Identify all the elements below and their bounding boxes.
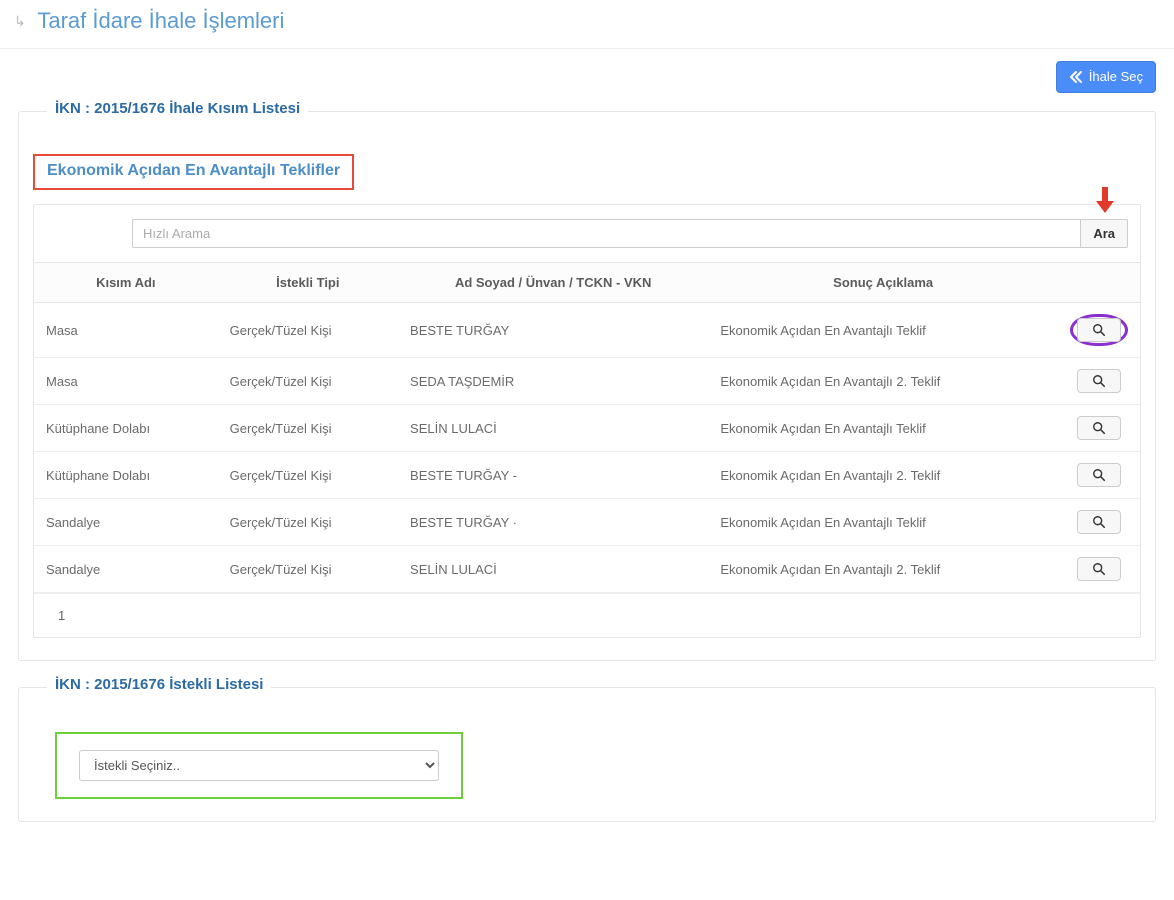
highlight-ring — [1070, 314, 1128, 346]
detail-button[interactable] — [1077, 463, 1121, 487]
cell-kisim: Masa — [34, 358, 218, 405]
detail-button[interactable] — [1077, 557, 1121, 581]
col-kisim-adi[interactable]: Kısım Adı — [34, 263, 218, 303]
search-icon — [1092, 515, 1106, 529]
cell-action — [1058, 452, 1140, 499]
istekli-select[interactable]: İstekli Seçiniz.. — [79, 750, 439, 781]
pagination: 1 — [34, 593, 1140, 637]
cell-sonuc: Ekonomik Açıdan En Avantajlı 2. Teklif — [708, 358, 1058, 405]
cell-kisim: Kütüphane Dolabı — [34, 452, 218, 499]
cell-action — [1058, 303, 1140, 358]
istekli-select-highlight: İstekli Seçiniz.. — [55, 732, 463, 799]
cell-action — [1058, 405, 1140, 452]
cell-ad: BESTE TURĞAY · — [398, 499, 708, 546]
table-row: MasaGerçek/Tüzel KişiSEDA TAŞDEMİREkonom… — [34, 358, 1140, 405]
cell-sonuc: Ekonomik Açıdan En Avantajlı Teklif — [708, 405, 1058, 452]
table-row: MasaGerçek/Tüzel KişiBESTE TURĞAYEkonomi… — [34, 303, 1140, 358]
cell-ad: SEDA TAŞDEMİR — [398, 358, 708, 405]
table-row: Kütüphane DolabıGerçek/Tüzel KişiBESTE T… — [34, 452, 1140, 499]
cell-kisim: Sandalye — [34, 499, 218, 546]
cell-ad: BESTE TURĞAY - — [398, 452, 708, 499]
cell-kisim: Kütüphane Dolabı — [34, 405, 218, 452]
cell-sonuc: Ekonomik Açıdan En Avantajlı Teklif — [708, 499, 1058, 546]
istekli-listesi-legend: İKN : 2015/1676 İstekli Listesi — [47, 676, 271, 693]
col-istekli-tipi[interactable]: İstekli Tipi — [218, 263, 398, 303]
breadcrumb-arrow-icon: ↳ — [14, 13, 26, 30]
page-1-link[interactable]: 1 — [48, 604, 75, 627]
search-icon — [1092, 421, 1106, 435]
detail-button[interactable] — [1077, 318, 1121, 342]
cell-kisim: Masa — [34, 303, 218, 358]
cell-ad: SELİN LULACİ — [398, 405, 708, 452]
detail-button[interactable] — [1077, 510, 1121, 534]
cell-istekli-tipi: Gerçek/Tüzel Kişi — [218, 358, 398, 405]
cell-kisim: Sandalye — [34, 546, 218, 593]
cell-istekli-tipi: Gerçek/Tüzel Kişi — [218, 303, 398, 358]
teklif-panel: Ara Kısım Adı İstekli Tipi Ad Soyad / Ün… — [33, 204, 1141, 638]
cell-istekli-tipi: Gerçek/Tüzel Kişi — [218, 546, 398, 593]
search-icon — [1092, 562, 1106, 576]
search-button[interactable]: Ara — [1081, 219, 1128, 248]
cell-sonuc: Ekonomik Açıdan En Avantajlı 2. Teklif — [708, 546, 1058, 593]
istekli-listesi-fieldset: İKN : 2015/1676 İstekli Listesi İstekli … — [18, 687, 1156, 822]
cell-istekli-tipi: Gerçek/Tüzel Kişi — [218, 499, 398, 546]
cell-istekli-tipi: Gerçek/Tüzel Kişi — [218, 405, 398, 452]
search-bar: Ara — [34, 205, 1140, 263]
table-row: SandalyeGerçek/Tüzel KişiBESTE TURĞAY ·E… — [34, 499, 1140, 546]
search-icon — [1092, 374, 1106, 388]
ihale-sec-label: İhale Seç — [1089, 68, 1143, 86]
search-icon — [1092, 468, 1106, 482]
col-sonuc[interactable]: Sonuç Açıklama — [708, 263, 1058, 303]
search-icon — [1092, 323, 1106, 337]
chevrons-left-icon — [1069, 71, 1083, 83]
ihale-sec-button[interactable]: İhale Seç — [1056, 61, 1156, 93]
col-action — [1058, 263, 1140, 303]
cell-ad: SELİN LULACİ — [398, 546, 708, 593]
kisim-listesi-legend: İKN : 2015/1676 İhale Kısım Listesi — [47, 100, 308, 117]
detail-button[interactable] — [1077, 416, 1121, 440]
page-title: Taraf İdare İhale İşlemleri — [37, 8, 284, 34]
cell-action — [1058, 499, 1140, 546]
cell-istekli-tipi: Gerçek/Tüzel Kişi — [218, 452, 398, 499]
teklif-table: Kısım Adı İstekli Tipi Ad Soyad / Ünvan … — [34, 263, 1140, 593]
search-input[interactable] — [132, 219, 1081, 248]
page-header: ↳ Taraf İdare İhale İşlemleri — [0, 0, 1174, 49]
table-row: Kütüphane DolabıGerçek/Tüzel KişiSELİN L… — [34, 405, 1140, 452]
table-row: SandalyeGerçek/Tüzel KişiSELİN LULACİEko… — [34, 546, 1140, 593]
cell-sonuc: Ekonomik Açıdan En Avantajlı 2. Teklif — [708, 452, 1058, 499]
detail-button[interactable] — [1077, 369, 1121, 393]
top-actions: İhale Seç — [18, 61, 1156, 93]
cell-action — [1058, 358, 1140, 405]
avantajli-teklifler-title: Ekonomik Açıdan En Avantajlı Teklifler — [47, 162, 340, 179]
cell-action — [1058, 546, 1140, 593]
avantajli-teklifler-highlight: Ekonomik Açıdan En Avantajlı Teklifler — [33, 154, 354, 190]
col-ad-soyad[interactable]: Ad Soyad / Ünvan / TCKN - VKN — [398, 263, 708, 303]
kisim-listesi-fieldset: İKN : 2015/1676 İhale Kısım Listesi Ekon… — [18, 111, 1156, 661]
cell-ad: BESTE TURĞAY — [398, 303, 708, 358]
arrow-down-annotation-icon — [1093, 185, 1117, 221]
cell-sonuc: Ekonomik Açıdan En Avantajlı Teklif — [708, 303, 1058, 358]
